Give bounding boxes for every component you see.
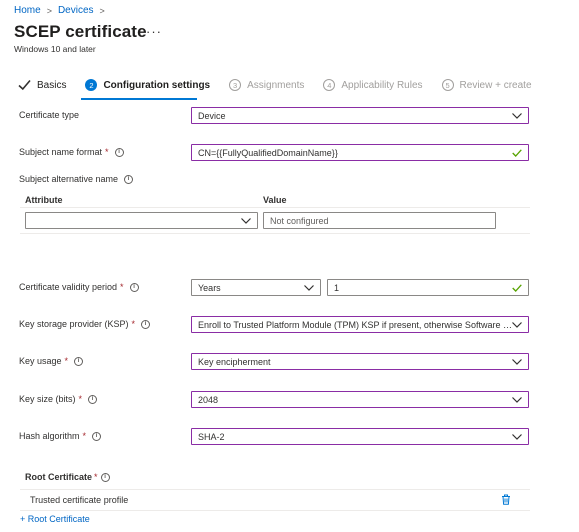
chevron-down-icon — [241, 217, 251, 224]
breadcrumb: Home > Devices > — [14, 5, 111, 16]
step-label: Configuration settings — [103, 79, 211, 91]
chevron-down-icon — [512, 112, 522, 119]
step-number-badge: 4 — [323, 79, 336, 91]
dropdown-value: SHA-2 — [198, 431, 225, 442]
dropdown-value: Key encipherment — [198, 356, 271, 367]
valid-checkmark-icon — [512, 283, 522, 292]
dropdown-value: Enroll to Trusted Platform Module (TPM) … — [198, 319, 512, 330]
table-header-divider — [20, 207, 530, 208]
label-text: Certificate type — [19, 110, 80, 120]
page-subtitle: Windows 10 and later — [14, 44, 96, 54]
san-attribute-dropdown[interactable] — [25, 212, 258, 229]
key-size-dropdown[interactable]: 2048 — [191, 391, 529, 408]
breadcrumb-separator: > — [46, 5, 52, 16]
step-review-create[interactable]: 5 Review + create — [441, 79, 532, 91]
certificate-type-label: Certificate type — [19, 110, 79, 120]
key-usage-label: Key usage * i — [19, 356, 84, 366]
key-usage-dropdown[interactable]: Key encipherment — [191, 353, 529, 370]
input-value: CN={{FullyQualifiedDomainName}} — [198, 147, 338, 158]
valid-checkmark-icon — [512, 148, 522, 157]
info-icon[interactable]: i — [100, 472, 110, 482]
validity-value-input[interactable]: 1 — [327, 279, 529, 296]
step-configuration-settings[interactable]: 2 Configuration settings — [85, 79, 210, 91]
step-applicability-rules[interactable]: 4 Applicability Rules — [323, 79, 423, 91]
label-text: Subject alternative name — [19, 174, 119, 184]
dropdown-value: Years — [198, 282, 221, 293]
validity-unit-dropdown[interactable]: Years — [191, 279, 321, 296]
required-asterisk: * — [78, 394, 83, 404]
dropdown-value: Device — [198, 110, 226, 121]
root-certificate-heading: Root Certificate * i — [25, 472, 110, 482]
subject-name-format-label: Subject name format * i — [19, 147, 124, 157]
info-icon[interactable]: i — [74, 356, 84, 366]
chevron-down-icon — [512, 358, 522, 365]
step-number-badge: 5 — [441, 79, 454, 91]
ksp-dropdown[interactable]: Enroll to Trusted Platform Module (TPM) … — [191, 316, 529, 333]
step-label: Assignments — [247, 79, 305, 91]
step-assignments[interactable]: 3 Assignments — [229, 79, 304, 91]
hash-algorithm-dropdown[interactable]: SHA-2 — [191, 428, 529, 445]
validity-period-label: Certificate validity period * i — [19, 282, 139, 292]
breadcrumb-devices-link[interactable]: Devices — [58, 5, 94, 16]
page-title: SCEP certificate — [14, 22, 147, 41]
label-text: Subject name format — [19, 147, 103, 157]
attribute-column-header: Attribute — [25, 195, 63, 205]
table-row-divider — [20, 233, 530, 234]
step-label: Basics — [37, 79, 67, 91]
required-asterisk: * — [131, 319, 136, 329]
chevron-down-icon — [512, 396, 522, 403]
chevron-down-icon — [304, 284, 314, 291]
info-icon[interactable]: i — [92, 431, 102, 441]
required-asterisk: * — [120, 282, 124, 292]
info-icon[interactable]: i — [88, 394, 98, 404]
value-column-header: Value — [263, 195, 287, 205]
checkmark-icon — [18, 79, 31, 91]
info-icon[interactable]: i — [141, 319, 151, 329]
root-certificate-divider — [20, 489, 530, 490]
label-text: Certificate validity period — [19, 282, 118, 292]
input-placeholder: Not configured — [270, 215, 329, 226]
more-options-button[interactable]: ··· — [146, 24, 162, 39]
input-value: 1 — [334, 282, 340, 293]
key-size-label: Key size (bits) * i — [19, 394, 98, 404]
breadcrumb-separator: > — [99, 5, 105, 16]
info-icon[interactable]: i — [114, 147, 124, 157]
step-number-badge: 3 — [229, 79, 242, 91]
info-icon[interactable]: i — [129, 282, 139, 292]
label-text: Root Certificate — [25, 472, 93, 482]
step-label: Applicability Rules — [341, 79, 423, 91]
wizard-steps: Basics 2 Configuration settings 3 Assign… — [18, 79, 551, 91]
step-number-badge: 2 — [85, 79, 98, 91]
san-value-input[interactable]: Not configured — [263, 212, 496, 229]
label-text: Hash algorithm — [19, 431, 80, 441]
subject-name-format-input[interactable]: CN={{FullyQualifiedDomainName}} — [191, 144, 529, 161]
chevron-down-icon — [512, 321, 522, 328]
trash-icon[interactable] — [501, 494, 511, 505]
hash-algorithm-label: Hash algorithm * i — [19, 431, 102, 441]
ksp-label: Key storage provider (KSP) * i — [19, 319, 151, 329]
active-step-indicator — [81, 98, 197, 100]
root-certificate-row-divider — [20, 510, 530, 511]
breadcrumb-home-link[interactable]: Home — [14, 5, 41, 16]
subject-alternative-name-label: Subject alternative name i — [19, 174, 134, 184]
info-icon[interactable]: i — [124, 174, 134, 184]
chevron-down-icon — [512, 433, 522, 440]
step-label: Review + create — [459, 79, 532, 91]
required-asterisk: * — [64, 356, 69, 366]
add-root-certificate-link[interactable]: + Root Certificate — [20, 514, 90, 524]
required-asterisk: * — [105, 147, 109, 157]
required-asterisk: * — [82, 431, 87, 441]
label-text: Key usage — [19, 356, 62, 366]
required-asterisk: * — [94, 472, 98, 482]
certificate-type-dropdown[interactable]: Device — [191, 107, 529, 124]
step-basics[interactable]: Basics — [18, 79, 66, 91]
label-text: Key storage provider (KSP) — [19, 319, 129, 329]
root-certificate-item: Trusted certificate profile — [30, 495, 129, 505]
label-text: Key size (bits) — [19, 394, 76, 404]
dropdown-value: 2048 — [198, 394, 219, 405]
